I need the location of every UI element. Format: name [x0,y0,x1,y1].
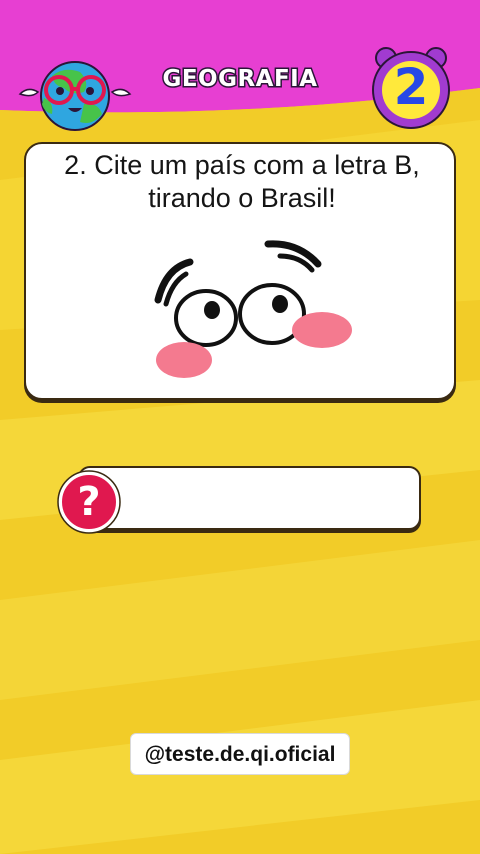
answer-field[interactable] [78,466,421,530]
level-number: 2 [392,57,430,118]
surprised-face-icon [154,240,352,378]
question-mark-icon: ? [77,479,101,525]
globe-mascot-icon [18,61,132,131]
channel-handle: @teste.de.qi.oficial [130,733,350,775]
question-text: 2. Cite um país com a letra B, tirando o… [64,150,420,213]
question-card: 2. Cite um país com a letra B, tirando o… [24,142,456,400]
